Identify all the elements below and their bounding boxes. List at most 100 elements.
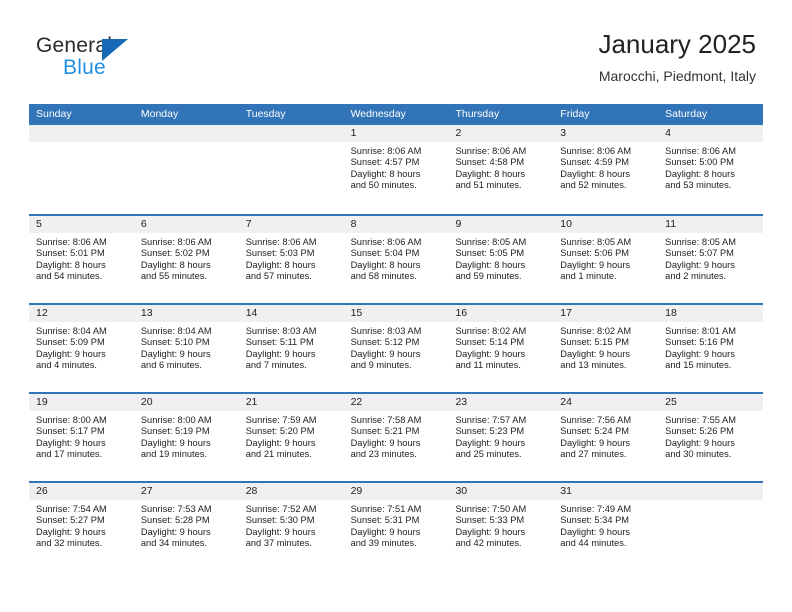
day-cell: 24 Sunrise: 7:56 AM Sunset: 5:24 PM Dayl… [553, 394, 659, 481]
daylight-line1: Daylight: 9 hours [140, 526, 211, 537]
sunrise-text: Sunrise: 8:06 AM [350, 237, 422, 247]
day-info: Sunrise: 8:06 AM Sunset: 5:00 PM Dayligh… [658, 142, 763, 192]
logo-text-general: General [36, 34, 113, 57]
sunrise-text: Sunrise: 8:06 AM [665, 146, 736, 156]
day-info: Sunrise: 8:00 AM Sunset: 5:19 PM Dayligh… [134, 411, 239, 461]
day-number-band: 31 [553, 483, 659, 500]
day-cell: 1 Sunrise: 8:06 AM Sunset: 4:57 PM Dayli… [343, 125, 449, 212]
day-number: 30 [455, 485, 468, 497]
day-cell: 28 Sunrise: 7:52 AM Sunset: 5:30 PM Dayl… [238, 483, 344, 570]
daylight-line1: Daylight: 8 hours [455, 259, 526, 270]
week-row: 5 Sunrise: 8:06 AM Sunset: 5:01 PM Dayli… [29, 214, 764, 303]
day-info: Sunrise: 8:02 AM Sunset: 5:15 PM Dayligh… [553, 322, 658, 372]
weekday-header-thursday: Thursday [455, 108, 500, 120]
daylight-line2: and 37 minutes. [245, 538, 312, 549]
sunrise-text: Sunrise: 7:50 AM [455, 504, 527, 514]
day-number: 9 [455, 218, 462, 230]
daylight-line2: and 13 minutes. [560, 360, 627, 371]
sunset-text: Sunset: 5:26 PM [665, 426, 734, 437]
day-number: 27 [140, 485, 153, 497]
day-number: 4 [665, 127, 671, 139]
day-number-band: 16 [448, 305, 554, 322]
day-info: Sunrise: 8:03 AM Sunset: 5:12 PM Dayligh… [344, 322, 449, 372]
logo-text-blue: Blue [63, 56, 106, 79]
daylight-line2: and 52 minutes. [560, 180, 627, 191]
sunrise-text: Sunrise: 7:53 AM [140, 504, 212, 514]
day-number-band: 24 [553, 394, 659, 411]
sunset-text: Sunset: 5:07 PM [665, 248, 734, 259]
day-cell: 20 Sunrise: 8:00 AM Sunset: 5:19 PM Dayl… [133, 394, 239, 481]
daylight-line1: Daylight: 9 hours [140, 348, 211, 359]
daylight-line2: and 23 minutes. [350, 449, 417, 460]
daylight-line2: and 55 minutes. [140, 271, 208, 282]
day-number: 2 [455, 127, 462, 139]
daylight-line1: Daylight: 9 hours [560, 437, 631, 448]
day-cell: 3 Sunrise: 8:06 AM Sunset: 4:59 PM Dayli… [553, 125, 659, 212]
sunset-text: Sunset: 5:10 PM [140, 337, 210, 348]
day-number-band: 28 [238, 483, 344, 500]
sunset-text: Sunset: 4:58 PM [455, 157, 525, 168]
daylight-line1: Daylight: 9 hours [245, 526, 316, 537]
day-number-band: 6 [133, 216, 239, 233]
day-info: Sunrise: 8:06 AM Sunset: 4:57 PM Dayligh… [344, 142, 449, 192]
day-number-band [133, 125, 239, 142]
sunset-text: Sunset: 5:31 PM [350, 515, 420, 526]
day-cell [29, 125, 134, 212]
daylight-line2: and 7 minutes. [245, 360, 307, 371]
sunrise-text: Sunrise: 8:05 AM [560, 237, 632, 247]
day-number-band: 7 [238, 216, 344, 233]
sunrise-text: Sunrise: 8:04 AM [36, 326, 107, 336]
sunrise-text: Sunrise: 7:59 AM [245, 415, 317, 425]
daylight-line1: Daylight: 8 hours [455, 168, 526, 179]
day-number-band [238, 125, 344, 142]
daylight-line2: and 59 minutes. [455, 271, 522, 282]
day-info: Sunrise: 8:05 AM Sunset: 5:06 PM Dayligh… [553, 233, 658, 283]
sunset-text: Sunset: 5:06 PM [560, 248, 630, 259]
day-cell: 29 Sunrise: 7:51 AM Sunset: 5:31 PM Dayl… [343, 483, 449, 570]
week-row: 19 Sunrise: 8:00 AM Sunset: 5:17 PM Dayl… [29, 392, 764, 481]
daylight-line1: Daylight: 8 hours [350, 168, 421, 179]
day-number: 19 [36, 396, 48, 408]
daylight-line1: Daylight: 9 hours [455, 526, 526, 537]
day-number: 29 [350, 485, 363, 497]
day-cell: 15 Sunrise: 8:03 AM Sunset: 5:12 PM Dayl… [343, 305, 449, 392]
day-number-band: 12 [29, 305, 134, 322]
daylight-line1: Daylight: 9 hours [665, 259, 735, 270]
day-cell [238, 125, 344, 212]
day-cell: 9 Sunrise: 8:05 AM Sunset: 5:05 PM Dayli… [448, 216, 554, 303]
day-number-band: 30 [448, 483, 554, 500]
day-cell: 13 Sunrise: 8:04 AM Sunset: 5:10 PM Dayl… [133, 305, 239, 392]
sunrise-text: Sunrise: 8:06 AM [350, 146, 422, 156]
day-number: 16 [455, 307, 468, 319]
daylight-line2: and 27 minutes. [560, 449, 627, 460]
day-number-band: 2 [448, 125, 554, 142]
daylight-line1: Daylight: 9 hours [665, 348, 735, 359]
day-number-band: 25 [658, 394, 764, 411]
sunrise-text: Sunrise: 8:02 AM [455, 326, 527, 336]
weekday-header-wednesday: Wednesday [350, 108, 406, 120]
sunrise-text: Sunrise: 7:51 AM [350, 504, 422, 514]
sunset-text: Sunset: 5:17 PM [36, 426, 105, 437]
sunrise-text: Sunrise: 8:03 AM [350, 326, 422, 336]
day-number: 5 [36, 218, 42, 230]
page-title: January 2025 [598, 29, 756, 59]
sunset-text: Sunset: 5:16 PM [665, 337, 734, 348]
daylight-line2: and 9 minutes. [350, 360, 412, 371]
day-number-band: 3 [553, 125, 659, 142]
daylight-line2: and 44 minutes. [560, 538, 627, 549]
sunset-text: Sunset: 5:05 PM [455, 248, 525, 259]
daylight-line2: and 1 minute. [560, 271, 617, 282]
sunrise-text: Sunrise: 7:52 AM [245, 504, 317, 514]
sunset-text: Sunset: 5:33 PM [455, 515, 525, 526]
day-info: Sunrise: 8:05 AM Sunset: 5:05 PM Dayligh… [448, 233, 553, 283]
weekday-header-friday: Friday [560, 108, 590, 120]
sunset-text: Sunset: 4:59 PM [560, 157, 630, 168]
daylight-line1: Daylight: 9 hours [455, 437, 526, 448]
day-info: Sunrise: 8:06 AM Sunset: 4:59 PM Dayligh… [553, 142, 658, 192]
day-number-band: 26 [29, 483, 134, 500]
day-info: Sunrise: 7:55 AM Sunset: 5:26 PM Dayligh… [658, 411, 763, 461]
day-cell: 10 Sunrise: 8:05 AM Sunset: 5:06 PM Dayl… [553, 216, 659, 303]
day-number: 17 [560, 307, 572, 319]
day-number: 11 [665, 218, 677, 230]
day-cell: 14 Sunrise: 8:03 AM Sunset: 5:11 PM Dayl… [238, 305, 344, 392]
